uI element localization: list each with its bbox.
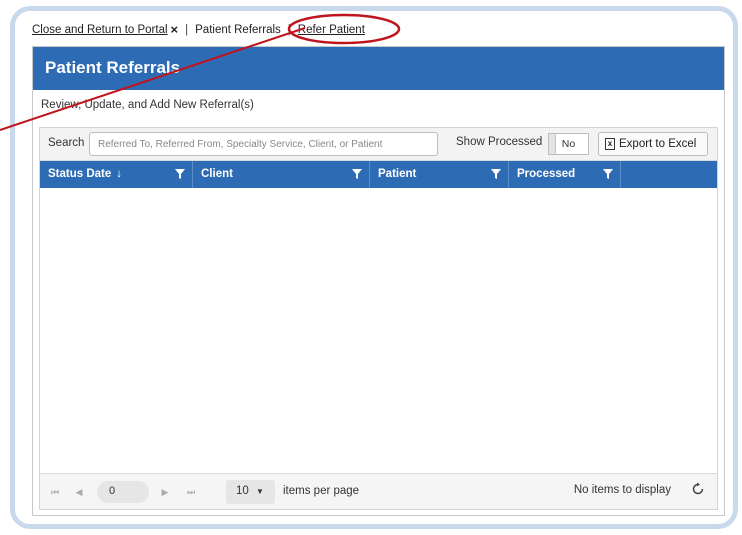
first-page-icon[interactable]: ⏮ bbox=[46, 483, 64, 501]
filter-icon[interactable] bbox=[175, 169, 185, 179]
column-status-date[interactable]: Status Date ↓ bbox=[40, 161, 193, 188]
search-label: Search bbox=[48, 137, 85, 149]
breadcrumb-separator: | bbox=[287, 23, 291, 36]
next-page-icon[interactable]: ▶ bbox=[156, 483, 174, 501]
panel-title: Patient Referrals bbox=[33, 47, 724, 90]
export-excel-button[interactable]: x Export to Excel bbox=[598, 132, 708, 156]
refresh-icon[interactable] bbox=[691, 482, 705, 496]
panel-subtitle: Review, Update, and Add New Referral(s) bbox=[41, 99, 254, 111]
grid-toolbar: Search Referred To, Referred From, Speci… bbox=[40, 128, 717, 161]
column-label: Patient bbox=[378, 168, 417, 180]
filter-icon[interactable] bbox=[603, 169, 613, 179]
prev-page-icon[interactable]: ◀ bbox=[70, 483, 88, 501]
page-size-select[interactable]: 10 ▼ bbox=[226, 480, 275, 504]
search-input[interactable]: Referred To, Referred From, Specialty Se… bbox=[89, 132, 438, 156]
column-patient[interactable]: Patient bbox=[370, 161, 509, 188]
table-header: Status Date ↓ Client Patient Processed bbox=[40, 161, 717, 188]
filter-icon[interactable] bbox=[491, 169, 501, 179]
column-label: Processed bbox=[517, 168, 576, 180]
filter-icon[interactable] bbox=[352, 169, 362, 179]
table-body bbox=[40, 188, 717, 473]
breadcrumb-current: Patient Referrals bbox=[195, 23, 281, 36]
show-processed-value: No bbox=[561, 138, 576, 150]
export-label: Export to Excel bbox=[619, 138, 697, 150]
pager: ⏮ ◀ 0 ▶ ⏭ 10 ▼ items per page No items t… bbox=[40, 473, 717, 509]
last-page-icon[interactable]: ⏭ bbox=[182, 483, 200, 501]
chevron-down-icon: ▼ bbox=[256, 487, 264, 496]
referrals-grid: Search Referred To, Referred From, Speci… bbox=[39, 127, 718, 510]
page-size-value: 10 bbox=[236, 485, 249, 497]
refer-patient-link[interactable]: Refer Patient bbox=[298, 24, 365, 36]
excel-icon: x bbox=[605, 138, 615, 150]
current-page[interactable]: 0 bbox=[97, 481, 149, 503]
referrals-panel: Patient Referrals Review, Update, and Ad… bbox=[32, 46, 725, 516]
column-label: Client bbox=[201, 168, 233, 180]
page-size-label: items per page bbox=[283, 485, 360, 497]
sort-down-icon: ↓ bbox=[116, 168, 123, 180]
close-return-link[interactable]: Close and Return to Portal bbox=[32, 24, 168, 36]
breadcrumb: Close and Return to Portal × | Patient R… bbox=[32, 22, 365, 37]
show-processed-toggle[interactable]: No bbox=[548, 133, 589, 155]
column-client[interactable]: Client bbox=[193, 161, 370, 188]
column-label: Status Date bbox=[48, 168, 112, 180]
show-processed-label: Show Processed bbox=[456, 136, 543, 148]
pager-info: No items to display bbox=[573, 484, 671, 496]
column-processed[interactable]: Processed bbox=[509, 161, 621, 188]
breadcrumb-separator: | bbox=[185, 23, 189, 36]
close-icon[interactable]: × bbox=[171, 22, 179, 37]
